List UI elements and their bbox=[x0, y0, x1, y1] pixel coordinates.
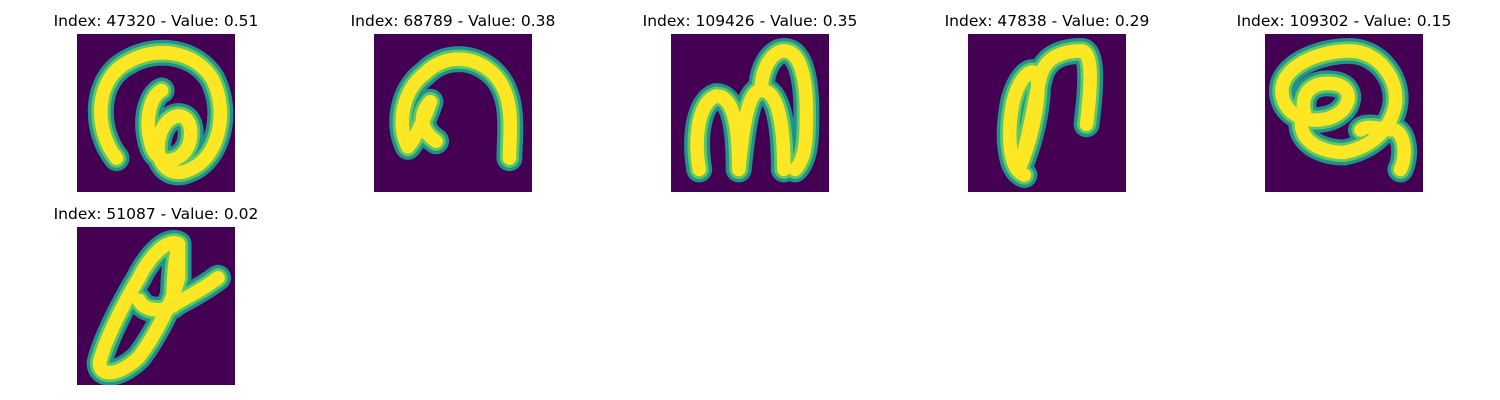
panel-title-5: Index: 109302 - Value: 0.15 bbox=[1236, 12, 1452, 30]
arch-n-icon bbox=[374, 34, 532, 192]
digit-image-4 bbox=[968, 34, 1126, 192]
panel-title-6: Index: 51087 - Value: 0.02 bbox=[53, 205, 259, 223]
curl-a-icon bbox=[77, 34, 235, 192]
panel-title-3: Index: 109426 - Value: 0.35 bbox=[642, 12, 858, 30]
digit-image-5 bbox=[1265, 34, 1423, 192]
digit-image-2 bbox=[374, 34, 532, 192]
digit-image-6 bbox=[77, 227, 235, 385]
panel-title-4: Index: 47838 - Value: 0.29 bbox=[944, 12, 1150, 30]
digit-image-3 bbox=[671, 34, 829, 192]
panel-title-1: Index: 47320 - Value: 0.51 bbox=[53, 12, 259, 30]
m-shape-icon bbox=[671, 34, 829, 192]
loop-q-icon bbox=[1265, 34, 1423, 192]
slanted-a-icon bbox=[77, 227, 235, 385]
panel-title-2: Index: 68789 - Value: 0.38 bbox=[350, 12, 556, 30]
digit-image-1 bbox=[77, 34, 235, 192]
loop-n-icon bbox=[968, 34, 1126, 192]
